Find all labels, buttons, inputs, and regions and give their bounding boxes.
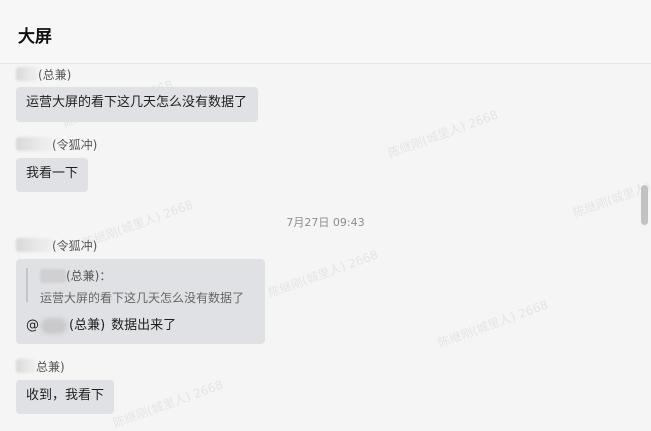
mention-name-blur xyxy=(41,318,67,334)
chat-title: 大屏 xyxy=(18,27,52,47)
message-sender: (令狐冲) xyxy=(16,136,97,152)
message-text: 我看一下 xyxy=(26,166,79,181)
message-text: 收到，我看下 xyxy=(26,388,105,403)
reply-text: 数据出来了 xyxy=(111,318,177,333)
chat-header: 大屏 xyxy=(0,0,651,64)
scrollbar-thumb[interactable] xyxy=(641,185,648,225)
watermark: 陈继刚(城里人) 2668 xyxy=(111,377,225,431)
message-text: 运营大屏的看下这几天怎么没有数据了 xyxy=(26,95,248,110)
reply-message-bubble[interactable]: (总兼)： 运营大屏的看下这几天怎么没有数据了 @ (总兼) 数据出来了 xyxy=(16,259,265,344)
watermark: 陈继刚(城里人) 2668 xyxy=(436,297,550,351)
watermark: 陈继刚(城里人) 2668 xyxy=(386,107,500,161)
quote-sender-blur xyxy=(40,269,66,283)
reply-text-line: @ (总兼) 数据出来了 xyxy=(26,317,176,335)
message-sender: (令狐冲) xyxy=(16,237,97,253)
sender-avatar-blur xyxy=(16,67,38,81)
sender-name: (总兼) xyxy=(38,67,72,82)
sender-name: 总兼) xyxy=(36,359,65,374)
message-bubble[interactable]: 运营大屏的看下这几天怎么没有数据了 xyxy=(16,87,258,122)
quote-text: 运营大屏的看下这几天怎么没有数据了 xyxy=(40,291,245,305)
message-bubble[interactable]: 我看一下 xyxy=(16,158,88,192)
sender-avatar-blur xyxy=(16,137,52,151)
quote-sender: (总兼)： xyxy=(40,267,111,285)
sender-name: (令狐冲) xyxy=(52,137,98,152)
sender-name: (令狐冲) xyxy=(52,238,98,253)
sender-avatar-blur xyxy=(16,238,52,252)
sender-avatar-blur xyxy=(16,359,36,373)
message-sender: 总兼) xyxy=(16,358,65,374)
mention-name[interactable]: (总兼) xyxy=(69,317,105,335)
quote-bar xyxy=(26,268,28,302)
message-bubble[interactable]: 收到，我看下 xyxy=(16,380,114,414)
watermark: 陈继刚(城里人) 2668 xyxy=(266,247,380,301)
mention-at: @ xyxy=(26,318,39,333)
message-sender: (总兼) xyxy=(16,66,71,82)
watermark: 陈继刚(城里人) 2668 xyxy=(571,168,651,221)
message-timestamp: 7月27日 09:43 xyxy=(286,216,365,229)
quote-sender-name: (总兼)： xyxy=(66,269,112,283)
